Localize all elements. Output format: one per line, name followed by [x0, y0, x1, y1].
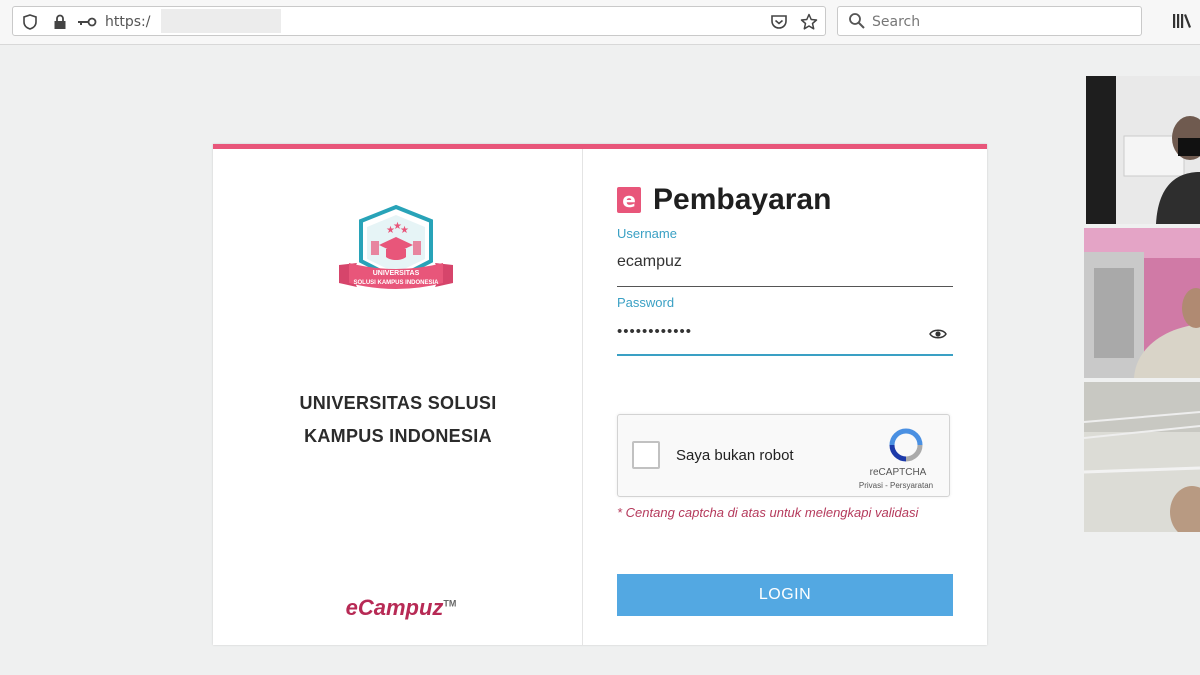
username-input[interactable] [617, 248, 953, 276]
library-icon[interactable] [1172, 12, 1192, 35]
app-title: Pembayaran [653, 183, 832, 216]
captcha-links[interactable]: Privasi - Persyaratan [836, 481, 956, 490]
captcha-label: Saya bukan robot [676, 447, 794, 464]
svg-text:★: ★ [400, 225, 409, 236]
captcha-brand: reCAPTCHA [869, 467, 927, 478]
login-form: e Pembayaran Username Password •••••••••… [617, 149, 957, 645]
branding-panel: ★ ★ ★ UNIVERSITAS SOLUSI KAMPUS INDONESI… [213, 149, 583, 645]
recaptcha-icon [888, 427, 924, 468]
search-icon [848, 12, 866, 35]
username-label: Username [617, 226, 677, 241]
password-input[interactable]: •••••••••••• [617, 323, 953, 351]
logo-text-1: UNIVERSITAS [373, 270, 420, 277]
show-password-icon[interactable] [929, 327, 947, 345]
url-text[interactable]: https:/ [105, 14, 150, 30]
university-logo: ★ ★ ★ UNIVERSITAS SOLUSI KAMPUS INDONESI… [331, 203, 461, 308]
url-bar[interactable]: https:/ [12, 6, 826, 36]
video-tile-2[interactable] [1084, 228, 1200, 378]
app-header: e Pembayaran [617, 183, 831, 217]
username-underline [617, 286, 953, 287]
login-card: ★ ★ ★ UNIVERSITAS SOLUSI KAMPUS INDONESI… [213, 144, 987, 645]
captcha-checkbox[interactable] [632, 441, 660, 469]
brand-tm: TM [443, 598, 457, 609]
ecampuz-logo: eCampuzTM [331, 595, 471, 621]
university-name-line1: UNIVERSITAS SOLUSI [299, 393, 497, 413]
brand-text: eCampuz [345, 595, 444, 620]
university-name: UNIVERSITAS SOLUSI KAMPUS INDONESIA [253, 387, 543, 453]
browser-toolbar: https:/ Search [0, 0, 1200, 45]
app-badge-icon: e [617, 187, 641, 213]
video-tile-1[interactable] [1086, 76, 1200, 224]
login-button[interactable]: LOGIN [617, 574, 953, 616]
bookmark-star-icon[interactable] [799, 13, 819, 31]
shield-icon[interactable] [21, 13, 39, 31]
password-underline [617, 354, 953, 356]
captcha-hint: * Centang captcha di atas untuk melengka… [617, 505, 919, 520]
url-redacted [161, 9, 281, 33]
key-icon[interactable] [77, 13, 97, 31]
university-name-line2: KAMPUS INDONESIA [304, 426, 492, 446]
password-label: Password [617, 295, 675, 310]
recaptcha-widget: Saya bukan robot reCAPTCHA Privasi - Per… [617, 414, 950, 497]
pocket-icon[interactable] [769, 13, 789, 31]
search-bar[interactable]: Search [837, 6, 1142, 36]
search-placeholder[interactable]: Search [872, 14, 920, 30]
video-tile-3[interactable] [1084, 382, 1200, 532]
logo-text-2: SOLUSI KAMPUS INDONESIA [353, 280, 439, 286]
lock-icon[interactable] [51, 13, 69, 31]
